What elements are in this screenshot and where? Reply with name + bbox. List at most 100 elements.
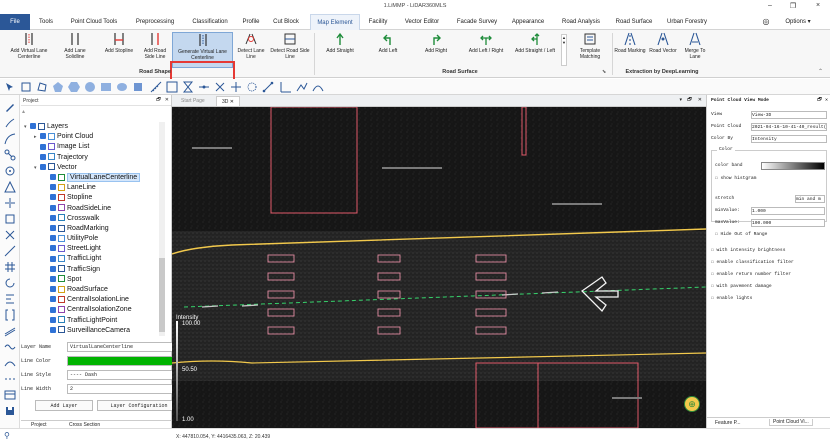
offset-icon[interactable] (4, 325, 16, 337)
tree-node[interactable]: StreetLight (22, 244, 160, 254)
triangle-icon[interactable] (4, 181, 16, 193)
line-color-swatch[interactable] (67, 356, 185, 366)
menu-cut-block[interactable]: Cut Block (268, 14, 304, 30)
add-straight-button[interactable]: Add Straight (318, 32, 362, 68)
menu-file[interactable]: File (0, 14, 30, 30)
tree-scrollbar-thumb[interactable] (159, 258, 165, 332)
tree-node[interactable]: CentralIsolationZone (22, 305, 160, 315)
align-icon[interactable] (4, 293, 16, 305)
layer-checkbox[interactable] (40, 133, 46, 140)
hexagon-icon[interactable] (68, 81, 80, 93)
tree-node[interactable]: Crosswalk (22, 214, 160, 224)
add-left-right-button[interactable]: Add Left / Right (462, 32, 510, 68)
menu-urban-forestry[interactable]: Urban Forestry (664, 14, 710, 30)
menu-road-analysis[interactable]: Road Analysis (558, 14, 604, 30)
layer-checkbox[interactable] (50, 255, 56, 262)
show-histogram-checkbox[interactable]: ☐ show histgram (715, 175, 756, 183)
point-cloud-viewport[interactable]: Intensity 100.00 50.50 1.00 ⊕ (172, 107, 706, 428)
wave-icon[interactable] (4, 341, 16, 353)
target-icon[interactable] (4, 165, 16, 177)
tree-node[interactable]: ▸ Point Cloud (22, 132, 160, 142)
tree-node[interactable]: LaneLine (22, 183, 160, 193)
layer-checkbox[interactable] (50, 214, 56, 221)
menu-facade-survey[interactable]: Facade Survey (452, 14, 502, 30)
grid-icon[interactable] (4, 261, 16, 273)
pavement-damage-checkbox[interactable]: ☐ with pavement damage (711, 283, 772, 291)
template-matching-button[interactable]: Template Matching (572, 32, 608, 68)
layer-checkbox[interactable] (40, 163, 46, 170)
color-band-gradient[interactable] (761, 162, 825, 170)
pentagon-icon[interactable] (52, 81, 64, 93)
return-number-filter-checkbox[interactable]: ☐ enable return number filter (711, 271, 791, 279)
snap-icon[interactable] (246, 81, 258, 93)
line-icon[interactable] (198, 81, 210, 93)
menu-map-element[interactable]: Map Element (310, 14, 360, 30)
merge-to-lane-button[interactable]: Merge To Lane (680, 32, 710, 68)
table-icon[interactable] (4, 389, 16, 401)
tree-node[interactable]: Trajectory (22, 153, 160, 163)
tree-node[interactable]: TrafficLightPoint (22, 316, 160, 326)
tab-dropdown-icon[interactable]: ▾ (679, 97, 682, 103)
layer-checkbox[interactable] (50, 296, 56, 303)
tree-node[interactable]: Stopline (22, 193, 160, 203)
layer-configuration-button[interactable]: Layer Configuration (97, 400, 181, 411)
curve-icon[interactable] (4, 133, 16, 145)
cross-icon[interactable] (214, 81, 226, 93)
minvalue-input[interactable]: 1.000 (751, 207, 825, 215)
measure-icon[interactable] (150, 81, 162, 93)
smooth-icon[interactable] (4, 357, 16, 369)
menu-profile[interactable]: Profile (238, 14, 264, 30)
pencil-icon[interactable] (4, 101, 16, 113)
rect-select-icon[interactable] (100, 81, 112, 93)
tree-node[interactable]: TrafficLight (22, 254, 160, 264)
enable-lights-checkbox[interactable]: ☐ enable lights (711, 295, 752, 303)
tree-node[interactable]: SurveillanceCamera (22, 326, 160, 336)
menu-preprocessing[interactable]: Preprocessing (130, 14, 180, 30)
polygon-select-icon[interactable] (36, 81, 48, 93)
line-width-spinner[interactable]: 2⇕ (67, 384, 185, 394)
ellipse-icon[interactable] (116, 81, 128, 93)
tree-node[interactable]: VirtualLaneCenterline (22, 172, 160, 183)
add-lane-solidline-button[interactable]: Add Lane Solidline (57, 32, 93, 68)
tree-up-arrow-icon[interactable]: ▴ (22, 108, 30, 116)
pin-icon[interactable]: 🗗 (156, 97, 161, 105)
bracket-icon[interactable] (4, 309, 16, 321)
hide-out-of-range-checkbox[interactable]: ☐ Hide Out of Range (715, 231, 767, 239)
tree-node[interactable]: Spot (22, 275, 160, 285)
road-vector-button[interactable]: Road Vector (648, 32, 678, 68)
arc-icon[interactable] (312, 81, 324, 93)
gallery-scroll[interactable]: ▲ ▼ (561, 34, 567, 66)
globe-icon[interactable]: ◎ (758, 14, 774, 30)
minimize-button[interactable]: – (762, 2, 778, 9)
rotate-icon[interactable] (4, 277, 16, 289)
intensity-brightness-checkbox[interactable]: ☐ with intensity brightness (711, 247, 785, 255)
menu-classification[interactable]: Classification (186, 14, 234, 30)
layer-checkbox[interactable] (50, 316, 56, 323)
tab-close-icon[interactable]: ✕ (230, 99, 234, 105)
layer-checkbox[interactable] (50, 306, 56, 313)
view-close-icon[interactable]: ✕ (698, 97, 702, 103)
split-icon[interactable] (4, 197, 16, 209)
layer-checkbox[interactable] (50, 204, 56, 211)
layer-checkbox[interactable] (50, 184, 56, 191)
pin-icon[interactable]: 🗗 (817, 97, 822, 105)
add-straight-left-button[interactable]: Add Straight / Left (511, 32, 559, 68)
view-select[interactable]: View-3D (751, 111, 827, 119)
color-by-select[interactable]: Intensity (751, 135, 827, 143)
vertex-icon[interactable] (262, 81, 274, 93)
square-icon[interactable] (132, 81, 144, 93)
add-road-side-line-button[interactable]: Add Road Side Line (140, 32, 170, 68)
layer-checkbox[interactable] (50, 286, 56, 293)
menu-appearance[interactable]: Appearance (506, 14, 550, 30)
layer-checkbox[interactable] (50, 275, 56, 282)
dashes-icon[interactable] (4, 373, 16, 385)
layer-checkbox[interactable] (40, 143, 46, 150)
rect-edit-icon[interactable] (4, 213, 16, 225)
add-layer-button[interactable]: Add Layer (35, 400, 93, 411)
brush-icon[interactable] (4, 117, 16, 129)
dialog-launcher-icon[interactable]: ⬊ (602, 69, 606, 75)
frame-select-icon[interactable] (20, 81, 32, 93)
layer-checkbox[interactable] (50, 194, 56, 201)
move-icon[interactable] (230, 81, 242, 93)
classification-filter-checkbox[interactable]: ☐ enable classification filter (711, 259, 794, 267)
